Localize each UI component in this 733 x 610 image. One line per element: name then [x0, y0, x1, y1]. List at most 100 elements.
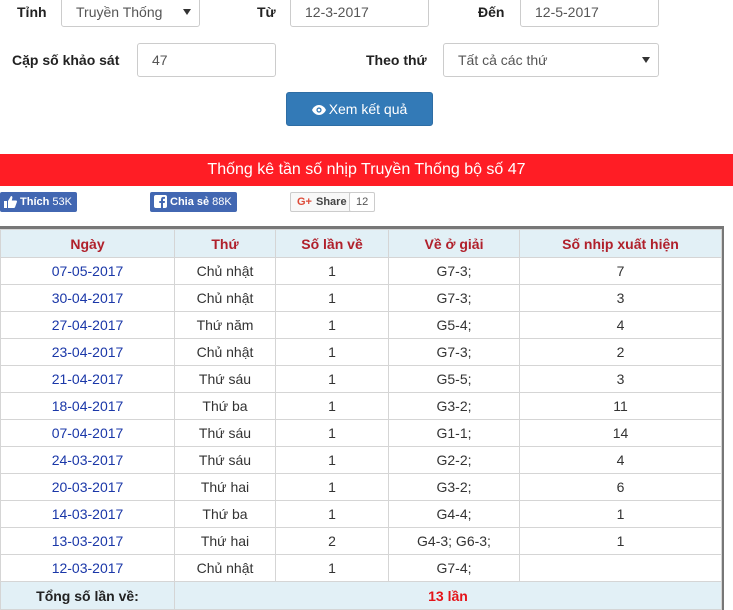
times-cell: 1 — [275, 473, 389, 501]
cycle-cell: 3 — [519, 284, 722, 312]
cycle-cell: 11 — [519, 392, 722, 420]
province-label: Tỉnh — [17, 4, 47, 20]
weekday-cell: Thứ sáu — [174, 446, 276, 474]
table-row: 13-03-2017 Thứ hai 2 G4-3; G6-3; 1 — [0, 527, 722, 555]
chevron-down-icon — [642, 57, 650, 63]
date-link[interactable]: 21-04-2017 — [0, 365, 175, 393]
total-label: Tổng số lần về: — [0, 581, 175, 610]
cycle-cell: 7 — [519, 257, 722, 285]
prize-cell: G2-2; — [388, 446, 520, 474]
gplus-label: Share — [315, 196, 347, 208]
weekday-cell: Thứ hai — [174, 527, 276, 555]
date-link[interactable]: 24-03-2017 — [0, 446, 175, 474]
prize-cell: G3-2; — [388, 392, 520, 420]
from-date-input[interactable]: 12-3-2017 — [290, 0, 429, 27]
table-row: 24-03-2017 Thứ sáu 1 G2-2; 4 — [0, 446, 722, 474]
column-header-times: Số lần về — [275, 229, 389, 258]
pair-number-input[interactable]: 47 — [137, 43, 276, 77]
prize-cell: G7-3; — [388, 338, 520, 366]
date-link[interactable]: 14-03-2017 — [0, 500, 175, 528]
times-cell: 2 — [275, 527, 389, 555]
province-select[interactable]: Truyền Thống — [61, 0, 200, 27]
column-header-date: Ngày — [0, 229, 175, 258]
table-row: 20-03-2017 Thứ hai 1 G3-2; 6 — [0, 473, 722, 501]
gplus-count-value: 12 — [356, 196, 369, 208]
cycle-cell: 4 — [519, 446, 722, 474]
table-row: 23-04-2017 Chủ nhật 1 G7-3; 2 — [0, 338, 722, 366]
times-cell: 1 — [275, 338, 389, 366]
result-title: Thống kê tần số nhịp Truyền Thống bộ số … — [207, 161, 526, 178]
times-cell: 1 — [275, 419, 389, 447]
times-cell: 1 — [275, 392, 389, 420]
times-cell: 1 — [275, 446, 389, 474]
table-row: 18-04-2017 Thứ ba 1 G3-2; 11 — [0, 392, 722, 420]
to-label: Đến — [478, 4, 505, 20]
prize-cell: G4-3; G6-3; — [388, 527, 520, 555]
cycle-cell: 14 — [519, 419, 722, 447]
to-date-input[interactable]: 12-5-2017 — [520, 0, 659, 27]
cycle-cell: 2 — [519, 338, 722, 366]
weekday-cell: Chủ nhật — [174, 338, 276, 366]
prize-cell: G1-1; — [388, 419, 520, 447]
weekday-cell: Thứ ba — [174, 500, 276, 528]
times-cell: 1 — [275, 311, 389, 339]
column-header-cycle: Số nhịp xuất hiện — [519, 229, 722, 258]
google-plus-count: 12 — [349, 192, 376, 212]
weekday-cell: Thứ sáu — [174, 419, 276, 447]
like-count: 53K — [52, 196, 72, 208]
cycle-cell: 1 — [519, 527, 722, 555]
column-header-prize: Về ở giải — [388, 229, 520, 258]
date-link[interactable]: 23-04-2017 — [0, 338, 175, 366]
pair-number-value: 47 — [152, 52, 168, 68]
times-cell: 1 — [275, 365, 389, 393]
date-link[interactable]: 18-04-2017 — [0, 392, 175, 420]
share-count: 88K — [212, 196, 232, 208]
view-results-button[interactable]: Xem kết quả — [286, 92, 433, 126]
times-cell: 1 — [275, 257, 389, 285]
date-link[interactable]: 27-04-2017 — [0, 311, 175, 339]
table-row: 14-03-2017 Thứ ba 1 G4-4; 1 — [0, 500, 722, 528]
facebook-like-button[interactable]: Thích 53K — [0, 192, 77, 212]
date-link[interactable]: 12-03-2017 — [0, 554, 175, 582]
table-header-row: Ngày Thứ Số lần về Về ở giải Số nhịp xuấ… — [0, 229, 722, 258]
weekday-select[interactable]: Tất cả các thứ — [443, 43, 659, 77]
pair-label: Cặp số khảo sát — [12, 52, 120, 68]
from-date-value: 12-3-2017 — [305, 4, 369, 20]
cycle-cell: 6 — [519, 473, 722, 501]
weekday-label: Theo thứ — [366, 52, 427, 68]
table-row: 07-04-2017 Thứ sáu 1 G1-1; 14 — [0, 419, 722, 447]
date-link[interactable]: 13-03-2017 — [0, 527, 175, 555]
google-plus-share-button[interactable]: G+ Share — [290, 192, 354, 212]
weekday-cell: Chủ nhật — [174, 554, 276, 582]
share-label: Chia sẻ — [170, 196, 210, 208]
times-cell: 1 — [275, 554, 389, 582]
weekday-cell: Thứ năm — [174, 311, 276, 339]
to-date-value: 12-5-2017 — [535, 4, 599, 20]
weekday-value: Tất cả các thứ — [458, 52, 548, 68]
times-cell: 1 — [275, 284, 389, 312]
prize-cell: G5-4; — [388, 311, 520, 339]
cycle-cell: 4 — [519, 311, 722, 339]
like-label: Thích — [20, 196, 50, 208]
weekday-cell: Chủ nhật — [174, 257, 276, 285]
eye-icon — [311, 105, 326, 115]
table-body: 07-05-2017 Chủ nhật 1 G7-3; 7 30-04-2017… — [0, 257, 722, 610]
result-title-banner: Thống kê tần số nhịp Truyền Thống bộ số … — [0, 154, 733, 186]
prize-cell: G7-4; — [388, 554, 520, 582]
view-results-label: Xem kết quả — [328, 101, 408, 117]
facebook-icon — [154, 195, 167, 208]
date-link[interactable]: 30-04-2017 — [0, 284, 175, 312]
total-row: Tổng số lần về: 13 lần — [0, 581, 722, 610]
cycle-cell: 1 — [519, 500, 722, 528]
date-link[interactable]: 20-03-2017 — [0, 473, 175, 501]
date-link[interactable]: 07-04-2017 — [0, 419, 175, 447]
prize-cell: G4-4; — [388, 500, 520, 528]
table-row: 07-05-2017 Chủ nhật 1 G7-3; 7 — [0, 257, 722, 285]
thumbs-up-icon — [4, 196, 17, 208]
from-label: Từ — [257, 4, 276, 20]
date-link[interactable]: 07-05-2017 — [0, 257, 175, 285]
weekday-cell: Thứ ba — [174, 392, 276, 420]
google-plus-icon: G+ — [297, 196, 312, 208]
facebook-share-button[interactable]: Chia sẻ 88K — [150, 192, 237, 212]
times-cell: 1 — [275, 500, 389, 528]
